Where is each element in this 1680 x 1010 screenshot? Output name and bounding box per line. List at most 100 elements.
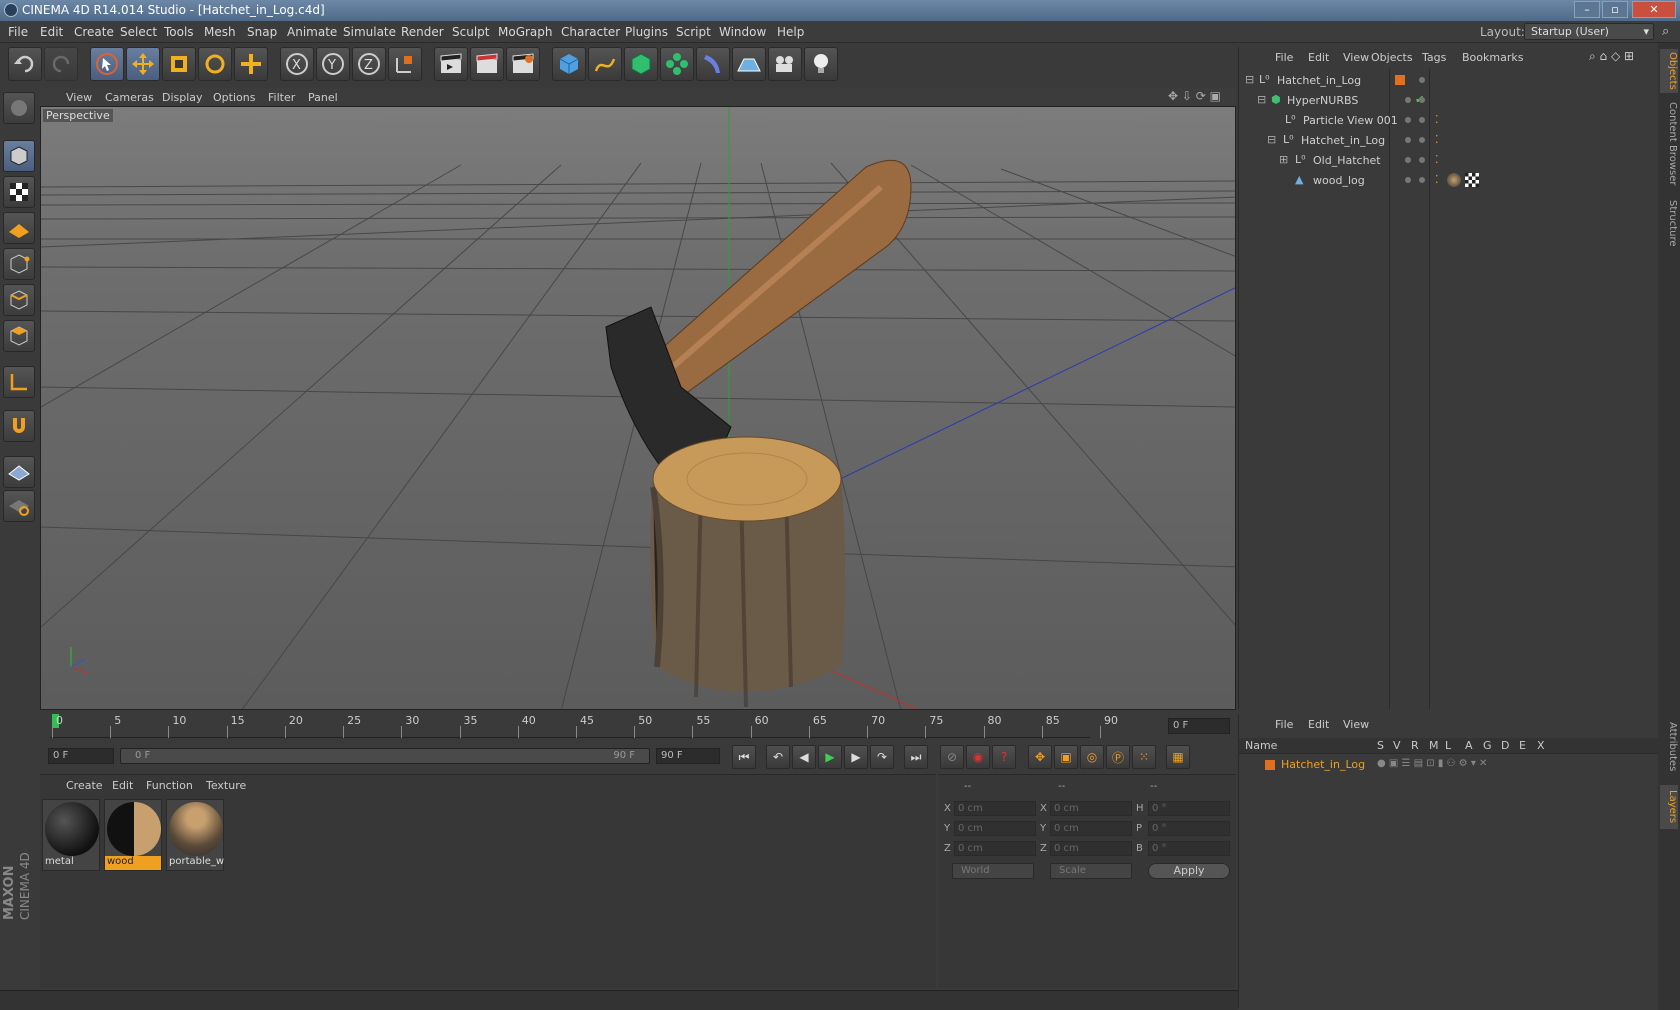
deformer-button[interactable]: [696, 47, 730, 81]
menu-plugins[interactable]: Plugins: [625, 25, 668, 39]
visibility-dot-icon[interactable]: [1405, 157, 1411, 163]
object-row-old-hatchet[interactable]: ⊞ L⁰ Old_Hatchet ⁚: [1239, 151, 1659, 171]
minimize-button[interactable]: –: [1574, 1, 1600, 18]
undo-button[interactable]: [8, 47, 42, 81]
menu-script[interactable]: Script: [676, 25, 711, 39]
visibility-dot-icon[interactable]: [1405, 137, 1411, 143]
menu-select[interactable]: Select: [120, 25, 157, 39]
next-frame-button[interactable]: ▶: [844, 745, 868, 769]
texture-tag-icon[interactable]: [1465, 173, 1479, 187]
scale-tool-button[interactable]: [162, 47, 196, 81]
obj-menu-edit[interactable]: Edit: [1308, 51, 1329, 64]
menu-file[interactable]: File: [8, 25, 28, 39]
object-row-hatchet-in-log[interactable]: ⊟ L⁰ Hatchet_in_Log: [1239, 71, 1659, 91]
menu-help[interactable]: Help: [777, 25, 804, 39]
light-button[interactable]: [804, 47, 838, 81]
key-rotation-button[interactable]: ◎: [1080, 745, 1104, 769]
x-axis-button[interactable]: X: [280, 47, 314, 81]
position-x-field[interactable]: 0 cm: [954, 801, 1036, 816]
key-parameter-button[interactable]: Ⓟ: [1106, 745, 1130, 769]
collapse-icon[interactable]: ⊟: [1267, 133, 1276, 146]
y-axis-button[interactable]: Y: [316, 47, 350, 81]
search-icon[interactable]: ⌕: [1662, 24, 1669, 39]
layer-color-icon[interactable]: [1395, 75, 1405, 85]
tab-objects[interactable]: Objects: [1660, 49, 1678, 93]
menu-render[interactable]: Render: [401, 25, 444, 39]
close-button[interactable]: ✕: [1632, 1, 1676, 18]
object-row-hypernurbs[interactable]: ⊟ ⬢ HyperNURBS ✔: [1239, 91, 1659, 111]
apply-button[interactable]: Apply: [1148, 863, 1230, 879]
layout-select[interactable]: Startup (User) ▾: [1524, 23, 1654, 40]
workplane-mode-button[interactable]: [3, 212, 35, 244]
obj-menu-tags[interactable]: Tags: [1422, 51, 1446, 64]
mat-menu-edit[interactable]: Edit: [112, 779, 133, 792]
size-x-field[interactable]: 0 cm: [1050, 801, 1132, 816]
next-key-button[interactable]: ↷: [870, 745, 894, 769]
layer-menu-edit[interactable]: Edit: [1308, 718, 1329, 731]
menu-mograph[interactable]: MoGraph: [498, 25, 553, 39]
edges-mode-button[interactable]: [3, 284, 35, 316]
polygons-mode-button[interactable]: [3, 320, 35, 352]
z-axis-button[interactable]: Z: [352, 47, 386, 81]
locked-workplane-button[interactable]: [3, 490, 35, 522]
play-button[interactable]: ▶: [818, 745, 842, 769]
size-mode-select[interactable]: Scale: [1050, 863, 1132, 879]
tag-icon[interactable]: ⁚: [1435, 133, 1439, 146]
menu-window[interactable]: Window: [719, 25, 766, 39]
layer-menu-view[interactable]: View: [1343, 718, 1369, 731]
tab-content-browser[interactable]: Content Browser: [1660, 99, 1678, 189]
prev-frame-button[interactable]: ◀: [792, 745, 816, 769]
keyframe-selection-button[interactable]: ?: [992, 745, 1016, 769]
visibility-dot-icon[interactable]: [1419, 117, 1425, 123]
workplane-lock-button[interactable]: [3, 456, 35, 488]
obj-menu-objects[interactable]: Objects: [1371, 51, 1413, 64]
menu-sculpt[interactable]: Sculpt: [452, 25, 489, 39]
record-keys-button[interactable]: ⊘: [940, 745, 964, 769]
start-frame-field[interactable]: 0 F: [48, 748, 114, 764]
autokey-button[interactable]: ◉: [966, 745, 990, 769]
mat-menu-create[interactable]: Create: [66, 779, 103, 792]
render-view-button[interactable]: [434, 47, 468, 81]
make-editable-button[interactable]: [3, 92, 35, 124]
menu-simulate[interactable]: Simulate: [343, 25, 396, 39]
cube-primitive-button[interactable]: [552, 47, 586, 81]
material-swatch-metal[interactable]: metal: [42, 799, 100, 871]
collapse-icon[interactable]: ⊟: [1257, 93, 1266, 106]
key-position-button[interactable]: ✥: [1028, 745, 1052, 769]
layer-row-hatchet-in-log[interactable]: Hatchet_in_Log ● ▣ ☰ ▤ ⊡ ▮ ⚇ ⚙ ▾ ✕: [1239, 756, 1659, 774]
obj-menu-view[interactable]: View: [1343, 51, 1369, 64]
layer-menu-file[interactable]: File: [1275, 718, 1293, 731]
tweak-mode-button[interactable]: [3, 410, 35, 442]
visibility-dot-icon[interactable]: [1419, 77, 1425, 83]
mat-menu-function[interactable]: Function: [146, 779, 193, 792]
viewport-menu-view[interactable]: View: [66, 91, 92, 104]
material-swatch-portable-w[interactable]: portable_w: [166, 799, 224, 871]
goto-end-button[interactable]: ⏭: [904, 745, 928, 769]
perspective-viewport[interactable]: Perspective: [40, 106, 1236, 710]
menu-tools[interactable]: Tools: [164, 25, 194, 39]
object-row-particle-view[interactable]: L⁰ Particle View 001 ⁚: [1239, 111, 1659, 131]
render-settings-button[interactable]: [506, 47, 540, 81]
menu-create[interactable]: Create: [74, 25, 114, 39]
obj-toolbar-icons[interactable]: ⌕ ⌂ ◇ ⊞: [1589, 49, 1634, 64]
texture-mode-button[interactable]: [3, 176, 35, 208]
visibility-dot-icon[interactable]: [1405, 97, 1411, 103]
end-frame-field[interactable]: 90 F: [656, 748, 720, 764]
camera-button[interactable]: [768, 47, 802, 81]
timeline-ruler[interactable]: 0 F 0 5 10 15 20 25 30 35 40 45 50 55 60 65 70 75 80 85 90: [40, 712, 1236, 740]
coordinate-system-button[interactable]: [388, 47, 422, 81]
rotation-h-field[interactable]: 0 °: [1148, 801, 1230, 816]
visibility-dot-icon[interactable]: [1419, 177, 1425, 183]
visibility-dot-icon[interactable]: [1405, 117, 1411, 123]
material-swatch-wood[interactable]: wood: [104, 799, 162, 871]
tag-icon[interactable]: ⁚: [1435, 113, 1439, 126]
viewport-menu-display[interactable]: Display: [162, 91, 203, 104]
add-tool-button[interactable]: [234, 47, 268, 81]
rotation-p-field[interactable]: 0 °: [1148, 821, 1230, 836]
menu-mesh[interactable]: Mesh: [204, 25, 236, 39]
tab-layers[interactable]: Layers: [1660, 785, 1678, 829]
points-mode-button[interactable]: [3, 248, 35, 280]
viewport-menu-filter[interactable]: Filter: [268, 91, 295, 104]
expand-icon[interactable]: ⊞: [1279, 153, 1288, 166]
spline-button[interactable]: [588, 47, 622, 81]
